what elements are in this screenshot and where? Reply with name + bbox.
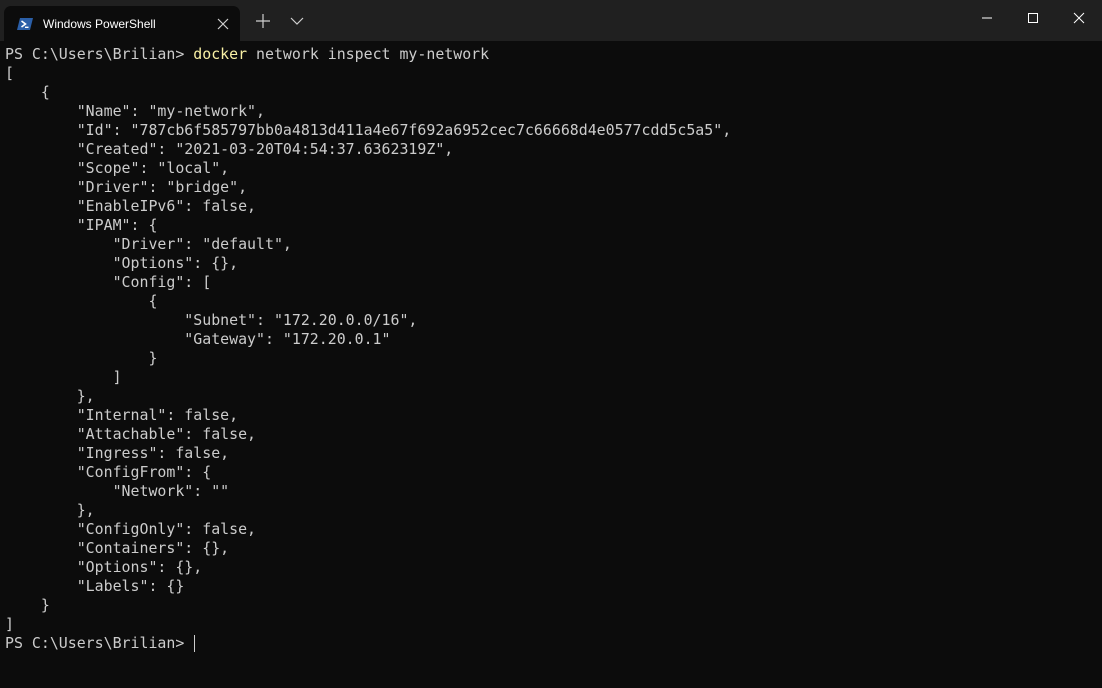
close-icon[interactable] xyxy=(212,13,234,35)
output-line: "Containers": {}, xyxy=(5,539,230,557)
window-close-button[interactable] xyxy=(1056,0,1102,36)
output-line: "Attachable": false, xyxy=(5,425,257,443)
maximize-button[interactable] xyxy=(1010,0,1056,36)
close-icon xyxy=(1073,12,1085,24)
output-line: "Created": "2021-03-20T04:54:37.6362319Z… xyxy=(5,140,454,158)
tab-dropdown-button[interactable] xyxy=(280,6,314,36)
output-line: "Subnet": "172.20.0.0/16", xyxy=(5,311,418,329)
output-line: [ xyxy=(5,64,14,82)
output-line: "Network": "" xyxy=(5,482,230,500)
output-line: "Driver": "bridge", xyxy=(5,178,248,196)
output-line: "Scope": "local", xyxy=(5,159,230,177)
tab-title: Windows PowerShell xyxy=(43,16,156,31)
maximize-icon xyxy=(1028,13,1038,23)
output-line: "ConfigOnly": false, xyxy=(5,520,257,538)
tab-powershell[interactable]: Windows PowerShell xyxy=(4,6,240,41)
chevron-down-icon xyxy=(290,17,304,25)
output-line: }, xyxy=(5,501,95,519)
powershell-icon xyxy=(17,16,33,32)
active-prompt-line: PS C:\Users\Brilian> xyxy=(5,634,1102,653)
prompt: PS C:\Users\Brilian> xyxy=(5,45,194,63)
output-line: "Id": "787cb6f585797bb0a4813d411a4e67f69… xyxy=(5,121,732,139)
output-line: { xyxy=(5,83,50,101)
command-name: docker xyxy=(193,45,248,63)
output-line: "Internal": false, xyxy=(5,406,239,424)
output-line: { xyxy=(5,292,158,310)
output-line: "Options": {}, xyxy=(5,558,203,576)
output-line: "Ingress": false, xyxy=(5,444,230,462)
title-bar: Windows PowerShell xyxy=(0,0,1102,41)
output-line: "Config": [ xyxy=(5,273,212,291)
terminal-output[interactable]: PS C:\Users\Brilian> docker network insp… xyxy=(5,45,1102,688)
output-line: } xyxy=(5,349,158,367)
output-line: "Labels": {} xyxy=(5,577,185,595)
command-args: network inspect my-network xyxy=(247,45,490,63)
output-line: } xyxy=(5,596,50,614)
new-tab-button[interactable] xyxy=(246,6,280,36)
output-line: "IPAM": { xyxy=(5,216,158,234)
prompt: PS C:\Users\Brilian> xyxy=(5,634,194,652)
output-line: "Name": "my-network", xyxy=(5,102,265,120)
minimize-icon xyxy=(982,17,992,19)
output-line: "Options": {}, xyxy=(5,254,239,272)
text-cursor xyxy=(194,635,196,652)
output-line: "Driver": "default", xyxy=(5,235,292,253)
command-line: PS C:\Users\Brilian> docker network insp… xyxy=(5,45,1102,64)
output-line: }, xyxy=(5,387,95,405)
output-line: "Gateway": "172.20.0.1" xyxy=(5,330,391,348)
output-line: "ConfigFrom": { xyxy=(5,463,212,481)
output-line: ] xyxy=(5,615,14,633)
command-output: [ { "Name": "my-network", "Id": "787cb6f… xyxy=(5,64,1102,634)
output-line: ] xyxy=(5,368,122,386)
plus-icon xyxy=(256,13,270,28)
minimize-button[interactable] xyxy=(964,0,1010,36)
output-line: "EnableIPv6": false, xyxy=(5,197,257,215)
